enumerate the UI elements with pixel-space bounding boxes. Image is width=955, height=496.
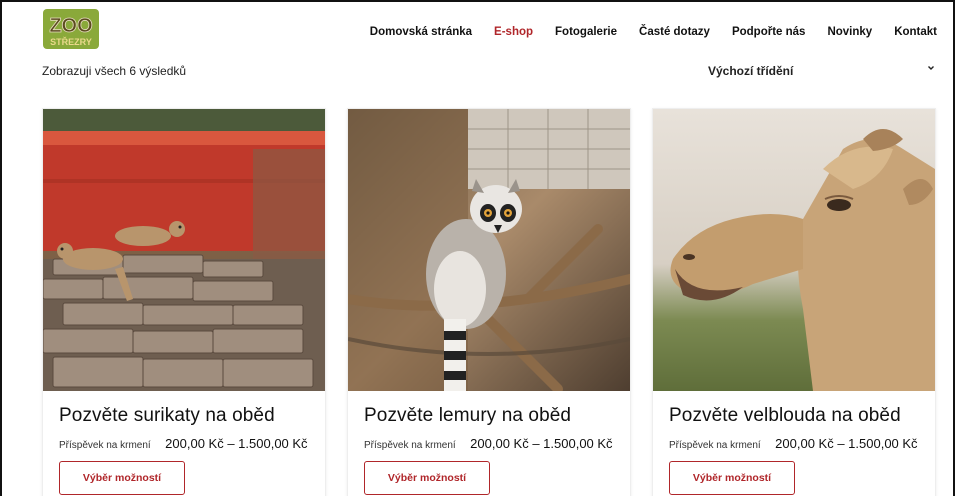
nav-item-gallery[interactable]: Fotogalerie: [555, 26, 617, 38]
select-options-button[interactable]: Výběr možností: [669, 461, 795, 495]
price-range: 200,00 Kč – 1.500,00 Kč: [470, 436, 613, 451]
zoo-logo[interactable]: ZOO STŘEZRY: [42, 8, 100, 50]
svg-text:STŘEZRY: STŘEZRY: [50, 36, 92, 47]
select-options-button[interactable]: Výběr možností: [59, 461, 185, 495]
sort-select[interactable]: Výchozí třídění: [708, 64, 942, 80]
product-image-lemur[interactable]: [348, 109, 630, 391]
product-title[interactable]: Pozvěte lemury na oběd: [364, 405, 571, 427]
results-count: Zobrazuji všech 6 výsledků: [42, 64, 187, 78]
nav-item-eshop[interactable]: E-shop: [494, 26, 533, 38]
site-header: ZOO STŘEZRY Domovská stránka E-shop Foto…: [2, 2, 953, 58]
price-row: Příspěvek na krmení 200,00 Kč – 1.500,00…: [59, 435, 308, 453]
nav-item-contact[interactable]: Kontakt: [894, 26, 937, 38]
svg-text:ZOO: ZOO: [49, 15, 92, 37]
product-card: Pozvěte velblouda na oběd Příspěvek na k…: [652, 108, 936, 496]
chevron-down-icon: [928, 66, 934, 70]
nav-item-faq[interactable]: Časté dotazy: [639, 26, 710, 38]
nav-item-support[interactable]: Podpořte nás: [732, 26, 805, 38]
page: ZOO STŘEZRY Domovská stránka E-shop Foto…: [0, 0, 955, 496]
sort-selected-value: Výchozí třídění: [708, 64, 794, 78]
product-image-meerkats[interactable]: [43, 109, 325, 391]
price-range: 200,00 Kč – 1.500,00 Kč: [165, 436, 308, 451]
product-title[interactable]: Pozvěte velblouda na oběd: [669, 405, 901, 427]
price-row: Příspěvek na krmení 200,00 Kč – 1.500,00…: [364, 435, 613, 453]
nav-item-news[interactable]: Novinky: [827, 26, 872, 38]
product-image-camel[interactable]: [653, 109, 935, 391]
product-title[interactable]: Pozvěte surikaty na oběd: [59, 405, 275, 427]
select-options-button[interactable]: Výběr možností: [364, 461, 490, 495]
nav-item-home[interactable]: Domovská stránka: [370, 26, 472, 38]
price-label: Příspěvek na krmení: [364, 440, 456, 451]
product-card: Pozvěte lemury na oběd Příspěvek na krme…: [347, 108, 631, 496]
price-range: 200,00 Kč – 1.500,00 Kč: [775, 436, 918, 451]
price-row: Příspěvek na krmení 200,00 Kč – 1.500,00…: [669, 435, 918, 453]
zoo-logo-icon: ZOO STŘEZRY: [43, 9, 99, 49]
main-nav: Domovská stránka E-shop Fotogalerie Čast…: [348, 26, 937, 38]
product-card: Pozvěte surikaty na oběd Příspěvek na kr…: [42, 108, 326, 496]
price-label: Příspěvek na krmení: [669, 440, 761, 451]
price-label: Příspěvek na krmení: [59, 440, 151, 451]
